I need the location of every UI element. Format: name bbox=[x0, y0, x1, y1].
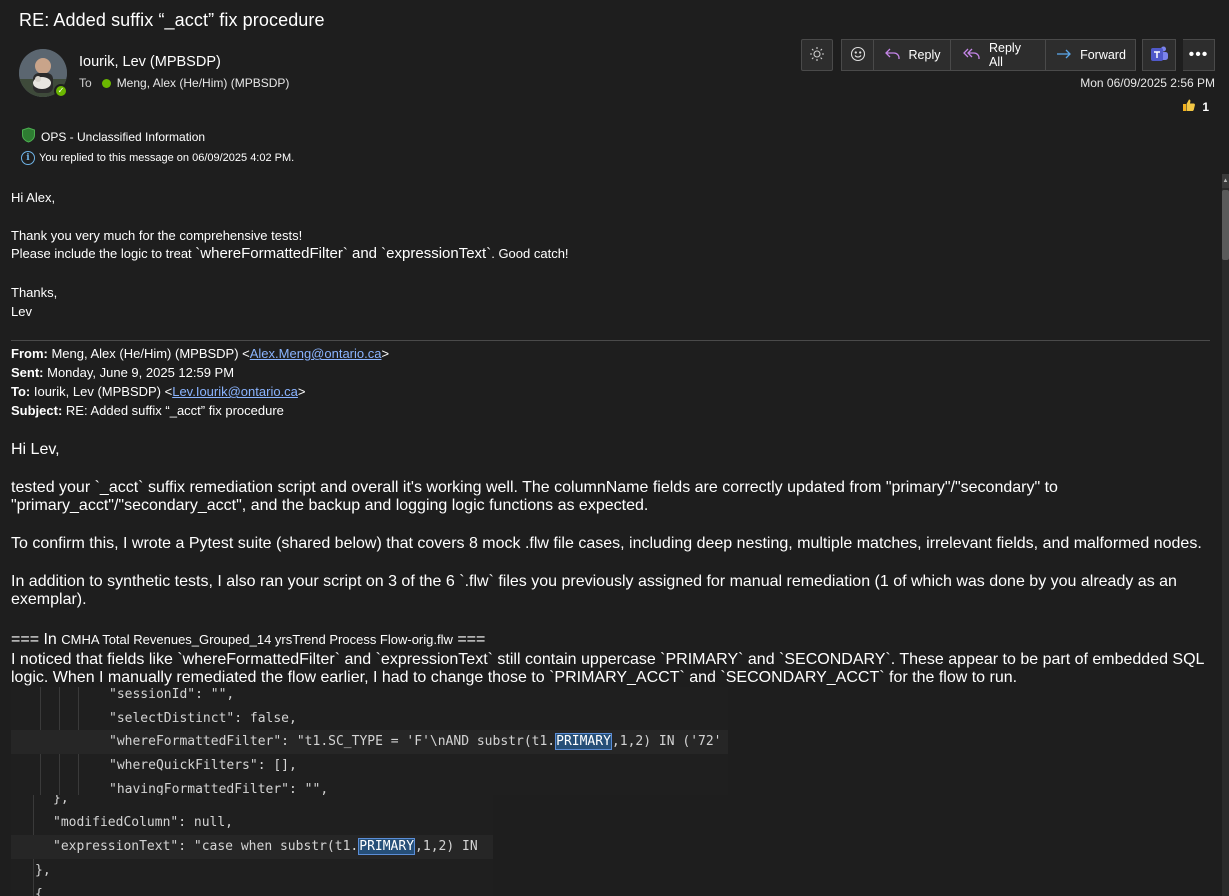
quoted-sent-label: Sent: bbox=[11, 365, 44, 380]
reply-button[interactable]: Reply bbox=[874, 39, 951, 71]
message-subject: RE: Added suffix “_acct” fix procedure bbox=[19, 10, 325, 30]
section-prefix: === In bbox=[11, 631, 62, 648]
quoted-para-3: In addition to synthetic tests, I also r… bbox=[11, 573, 1177, 608]
quoted-to-email-link[interactable]: Lev.Iourik@ontario.ca bbox=[172, 384, 298, 399]
info-icon: i bbox=[21, 151, 35, 165]
reply-all-button[interactable]: Reply All bbox=[951, 39, 1046, 71]
more-icon: ••• bbox=[1188, 46, 1209, 63]
code-snippet-2: }, "modifiedColumn": null, "expressionTe… bbox=[11, 795, 493, 896]
quoted-from-email-link[interactable]: Alex.Meng@ontario.ca bbox=[250, 346, 382, 361]
body-line-2-code: `whereFormattedFilter` and `expressionTe… bbox=[195, 245, 492, 262]
quoted-from-name: Meng, Alex (He/Him) (MPBSDP) < bbox=[47, 346, 250, 361]
emoji-icon bbox=[850, 46, 866, 65]
body-line-1: Thank you very much for the comprehensiv… bbox=[11, 228, 303, 243]
section-file: CMHA Total Revenues_Grouped_14 yrsTrend … bbox=[61, 632, 453, 647]
theme-toggle-button[interactable] bbox=[801, 39, 833, 71]
code-text: ,1,2) IN bbox=[415, 839, 478, 854]
message-action-toolbar: Reply Reply All Forward bbox=[841, 39, 1136, 71]
body-signoff: Thanks, bbox=[11, 285, 58, 300]
to-line: To Meng, Alex (He/Him) (MPBSDP) bbox=[79, 76, 289, 90]
reaction-summary[interactable]: 1 bbox=[1182, 98, 1209, 115]
code-line: { bbox=[35, 887, 43, 896]
quoted-subject-label: Subject: bbox=[11, 403, 63, 418]
quoted-sent: Sent: Monday, June 9, 2025 12:59 PM bbox=[11, 365, 234, 380]
code-text: "expressionText": "case when substr(t1. bbox=[53, 839, 359, 854]
quoted-subject: Subject: RE: Added suffix “_acct” fix pr… bbox=[11, 403, 284, 418]
sun-icon bbox=[809, 46, 825, 65]
reply-label: Reply bbox=[908, 48, 941, 62]
vertical-scrollbar[interactable] bbox=[1222, 174, 1229, 896]
code-line: "sessionId": "", bbox=[109, 687, 235, 702]
code-line: }, bbox=[53, 795, 69, 806]
code-snippet-1: "sessionId": "", "selectDistinct": false… bbox=[11, 687, 728, 795]
quoted-to-close: > bbox=[297, 384, 306, 399]
code-line-highlighted: "whereFormattedFilter": "t1.SC_TYPE = 'F… bbox=[11, 730, 728, 754]
to-label: To bbox=[79, 76, 92, 90]
recipient-presence-icon bbox=[101, 78, 111, 88]
info-notice: i You replied to this message on 06/09/2… bbox=[21, 151, 294, 165]
like-count: 1 bbox=[1202, 99, 1209, 114]
presence-available-icon: ✓ bbox=[54, 84, 68, 98]
teams-icon bbox=[1149, 44, 1169, 67]
scroll-up-arrow-icon[interactable]: ▲ bbox=[1222, 174, 1229, 188]
body-line-2: Please include the logic to treat `where… bbox=[11, 245, 569, 262]
to-recipient[interactable]: Meng, Alex (He/Him) (MPBSDP) bbox=[117, 76, 290, 90]
code-line: }, bbox=[35, 863, 51, 878]
thumbs-up-icon bbox=[1182, 98, 1196, 115]
quoted-to: To: Iourik, Lev (MPBSDP) <Lev.Iourik@ont… bbox=[11, 384, 306, 399]
sender-name[interactable]: Iourik, Lev (MPBSDP) bbox=[79, 54, 221, 70]
scrollbar-thumb[interactable] bbox=[1222, 190, 1229, 260]
sensitivity-label[interactable]: OPS - Unclassified Information bbox=[21, 127, 205, 146]
body-line-2-prefix: Please include the logic to treat bbox=[11, 246, 196, 261]
sensitivity-text: OPS - Unclassified Information bbox=[41, 129, 206, 144]
quoted-greeting: Hi Lev, bbox=[11, 441, 60, 458]
quoted-subject-value: RE: Added suffix “_acct” fix procedure bbox=[62, 403, 284, 418]
code-line-highlighted: "expressionText": "case when substr(t1.P… bbox=[11, 835, 493, 859]
code-selection: PRIMARY bbox=[555, 733, 612, 750]
body-greeting: Hi Alex, bbox=[11, 190, 56, 205]
quoted-from-close: > bbox=[381, 346, 390, 361]
quoted-to-label: To: bbox=[11, 384, 31, 399]
reply-all-label: Reply All bbox=[989, 41, 1021, 69]
quoted-divider bbox=[11, 340, 1210, 341]
code-line: "selectDistinct": false, bbox=[109, 711, 297, 726]
more-actions-button[interactable]: ••• bbox=[1183, 39, 1215, 71]
quoted-section-heading: === In CMHA Total Revenues_Grouped_14 yr… bbox=[11, 631, 1221, 649]
body-line-2-suffix: . Good catch! bbox=[491, 246, 569, 261]
reply-all-icon bbox=[962, 46, 982, 65]
message-date: Mon 06/09/2025 2:56 PM bbox=[1080, 76, 1215, 90]
quoted-from-label: From: bbox=[11, 346, 48, 361]
shield-icon bbox=[21, 127, 36, 146]
info-notice-text: You replied to this message on 06/09/202… bbox=[39, 152, 295, 164]
forward-button[interactable]: Forward bbox=[1046, 39, 1136, 71]
quoted-para-2: To confirm this, I wrote a Pytest suite … bbox=[11, 535, 1202, 552]
quoted-para-1: tested your `_acct` suffix remediation s… bbox=[11, 479, 1058, 514]
section-suffix: === bbox=[452, 631, 486, 648]
forward-label: Forward bbox=[1080, 48, 1126, 62]
reply-icon bbox=[884, 46, 902, 65]
body-signature: Lev bbox=[11, 304, 32, 319]
code-line: "havingFormattedFilter": "", bbox=[109, 782, 329, 795]
quoted-to-name: Iourik, Lev (MPBSDP) < bbox=[30, 384, 173, 399]
quoted-sent-value: Monday, June 9, 2025 12:59 PM bbox=[43, 365, 235, 380]
forward-icon bbox=[1055, 46, 1073, 65]
code-line: "whereQuickFilters": [], bbox=[109, 758, 297, 773]
react-button[interactable] bbox=[841, 39, 874, 71]
code-text: "whereFormattedFilter": "t1.SC_TYPE = 'F… bbox=[109, 734, 556, 749]
code-text: ,1,2) IN ('72' bbox=[611, 734, 722, 749]
quoted-from: From: Meng, Alex (He/Him) (MPBSDP) <Alex… bbox=[11, 346, 389, 361]
teams-chat-button[interactable] bbox=[1142, 39, 1176, 71]
code-selection: PRIMARY bbox=[358, 838, 416, 855]
quoted-para-4: I noticed that fields like `whereFormatt… bbox=[11, 651, 1204, 686]
code-line: "modifiedColumn": null, bbox=[53, 815, 234, 830]
